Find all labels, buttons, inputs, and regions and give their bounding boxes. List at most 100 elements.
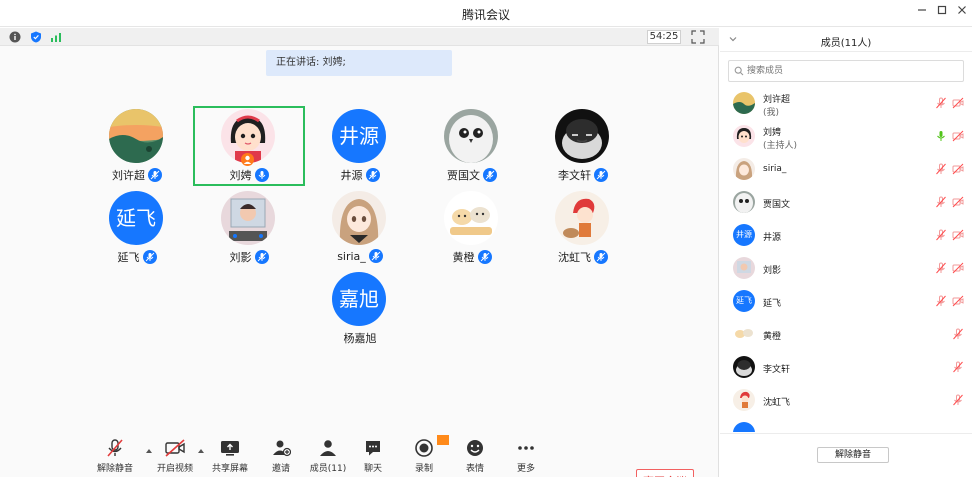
meeting-info-bar: 54:25 xyxy=(0,28,719,46)
microphone-muted-icon xyxy=(142,250,157,264)
participant-name: 刘影 xyxy=(229,251,252,264)
fullscreen-icon[interactable] xyxy=(691,30,705,44)
participant-tile[interactable]: 贾国文 xyxy=(416,106,528,186)
chat-button[interactable]: 聊天 xyxy=(349,438,397,476)
member-item[interactable] xyxy=(720,418,972,432)
participant-name: 延飞 xyxy=(117,251,140,264)
share-screen-label: 共享屏幕 xyxy=(211,464,248,474)
member-item[interactable]: 贾国文 xyxy=(720,187,972,220)
member-role: (主持人) xyxy=(763,141,798,151)
invite-button[interactable]: 邀请 xyxy=(257,438,305,476)
participant-name: 杨嘉旭 xyxy=(343,332,377,345)
camera-off-icon[interactable] xyxy=(952,130,964,145)
member-item[interactable]: 井源 井源 xyxy=(720,220,972,253)
more-button[interactable]: 更多 xyxy=(502,438,550,476)
participant-tile[interactable]: 刘影 xyxy=(193,188,305,268)
participant-tile-active-speaker[interactable]: 刘娉 xyxy=(193,106,305,186)
microphone-muted-icon[interactable] xyxy=(935,295,947,310)
avatar xyxy=(733,422,755,432)
reactions-label: 表情 xyxy=(465,464,484,474)
maximize-icon[interactable] xyxy=(933,4,951,22)
minimize-icon[interactable] xyxy=(913,4,931,22)
microphone-active-icon[interactable] xyxy=(935,130,947,145)
search-input[interactable] xyxy=(747,63,957,79)
participant-tile[interactable]: 井源 井源 xyxy=(304,106,416,186)
new-feature-badge xyxy=(437,435,449,445)
avatar xyxy=(733,191,755,213)
avatar xyxy=(733,389,755,411)
member-item[interactable]: 刘许超 (我) xyxy=(720,88,972,121)
microphone-muted-icon[interactable] xyxy=(935,196,947,211)
camera-off-icon[interactable] xyxy=(952,163,964,178)
members-panel-title: 成员(11人) xyxy=(820,38,872,49)
unmute-button[interactable]: 解除静音 xyxy=(91,438,139,476)
reactions-button[interactable]: 表情 xyxy=(451,438,499,476)
microphone-muted-icon[interactable] xyxy=(952,328,964,343)
microphone-muted-icon[interactable] xyxy=(935,262,947,277)
member-item[interactable]: siria_ xyxy=(720,154,972,187)
close-icon[interactable] xyxy=(953,4,971,22)
participant-tile[interactable]: 沈虹飞 xyxy=(527,188,639,268)
member-item[interactable]: 延飞 延飞 xyxy=(720,286,972,319)
avatar xyxy=(221,191,275,245)
member-name: 贾国文 xyxy=(763,200,791,210)
participant-tile[interactable]: 李文轩 xyxy=(527,106,639,186)
participant-tile[interactable]: siria_ xyxy=(304,188,416,268)
participant-name: 贾国文 xyxy=(447,169,480,182)
participant-name: siria_ xyxy=(337,250,366,263)
member-name: 刘许超 xyxy=(763,95,791,105)
participant-tile[interactable]: 嘉旭 杨嘉旭 xyxy=(304,269,416,349)
avatar xyxy=(733,356,755,378)
members-button[interactable]: 成员(11) xyxy=(304,438,352,476)
member-name: 井源 xyxy=(763,233,782,243)
microphone-muted-icon[interactable] xyxy=(935,163,947,178)
microphone-muted-icon[interactable] xyxy=(952,394,964,409)
participant-tile[interactable]: 刘许超 xyxy=(81,106,193,186)
info-icon[interactable] xyxy=(9,31,21,43)
microphone-icon xyxy=(254,168,269,182)
camera-off-icon[interactable] xyxy=(952,295,964,310)
member-name: 黄橙 xyxy=(763,332,782,342)
chat-label: 聊天 xyxy=(363,464,382,474)
member-item[interactable]: 李文轩 xyxy=(720,352,972,385)
member-item[interactable]: 沈虹飞 xyxy=(720,385,972,418)
participant-tile[interactable]: 黄橙 xyxy=(416,188,528,268)
signal-strength-icon[interactable] xyxy=(50,31,62,43)
member-list: 刘许超 (我) 刘娉 (主持人) siria_ 贾国文 井源 井源 刘影 延飞 … xyxy=(720,88,972,432)
microphone-muted-icon xyxy=(483,168,497,182)
start-video-button[interactable]: 开启视频 xyxy=(151,438,199,476)
microphone-muted-icon xyxy=(365,168,380,182)
microphone-muted-icon xyxy=(477,250,492,264)
camera-off-icon[interactable] xyxy=(952,196,964,211)
leave-meeting-button[interactable]: 离开会议 xyxy=(636,469,694,477)
members-panel: 成员(11人) 刘许超 (我) 刘娉 (主持人) siria_ xyxy=(720,28,972,477)
camera-off-icon[interactable] xyxy=(952,262,964,277)
avatar xyxy=(733,158,755,180)
member-item[interactable]: 刘影 xyxy=(720,253,972,286)
microphone-muted-icon xyxy=(254,250,269,264)
member-item[interactable]: 黄橙 xyxy=(720,319,972,352)
microphone-muted-icon[interactable] xyxy=(952,361,964,376)
unmute-all-button[interactable]: 解除静音 xyxy=(817,447,889,463)
member-item[interactable]: 刘娉 (主持人) xyxy=(720,121,972,154)
participant-name: 黄橙 xyxy=(452,251,475,264)
participant-name: 刘许超 xyxy=(112,169,145,182)
meeting-timer: 54:25 xyxy=(647,30,681,44)
member-search-box[interactable] xyxy=(728,60,964,82)
caret-up-icon[interactable] xyxy=(197,445,205,453)
participant-tile[interactable]: 延飞 延飞 xyxy=(81,188,193,268)
microphone-muted-icon xyxy=(594,168,608,182)
camera-off-icon[interactable] xyxy=(952,97,964,112)
microphone-icon xyxy=(148,168,162,182)
avatar xyxy=(733,323,755,345)
camera-off-icon[interactable] xyxy=(952,229,964,244)
meeting-toolbar: 解除静音 开启视频 共享屏幕 邀请 成员(11) 聊天 录制 表情 更多 xyxy=(0,432,719,477)
title-bar: 腾讯会议 xyxy=(0,0,972,27)
microphone-muted-icon[interactable] xyxy=(935,229,947,244)
member-name: 刘娉 xyxy=(763,128,782,138)
participant-name: 刘娉 xyxy=(229,169,252,182)
microphone-muted-icon[interactable] xyxy=(935,97,947,112)
video-area: 54:25 正在讲话: 刘娉; 刘许超 刘娉 井源 井源 贾国文 李文轩 延飞 … xyxy=(0,28,719,477)
security-shield-icon[interactable] xyxy=(30,31,42,43)
share-screen-button[interactable]: 共享屏幕 xyxy=(206,438,254,476)
